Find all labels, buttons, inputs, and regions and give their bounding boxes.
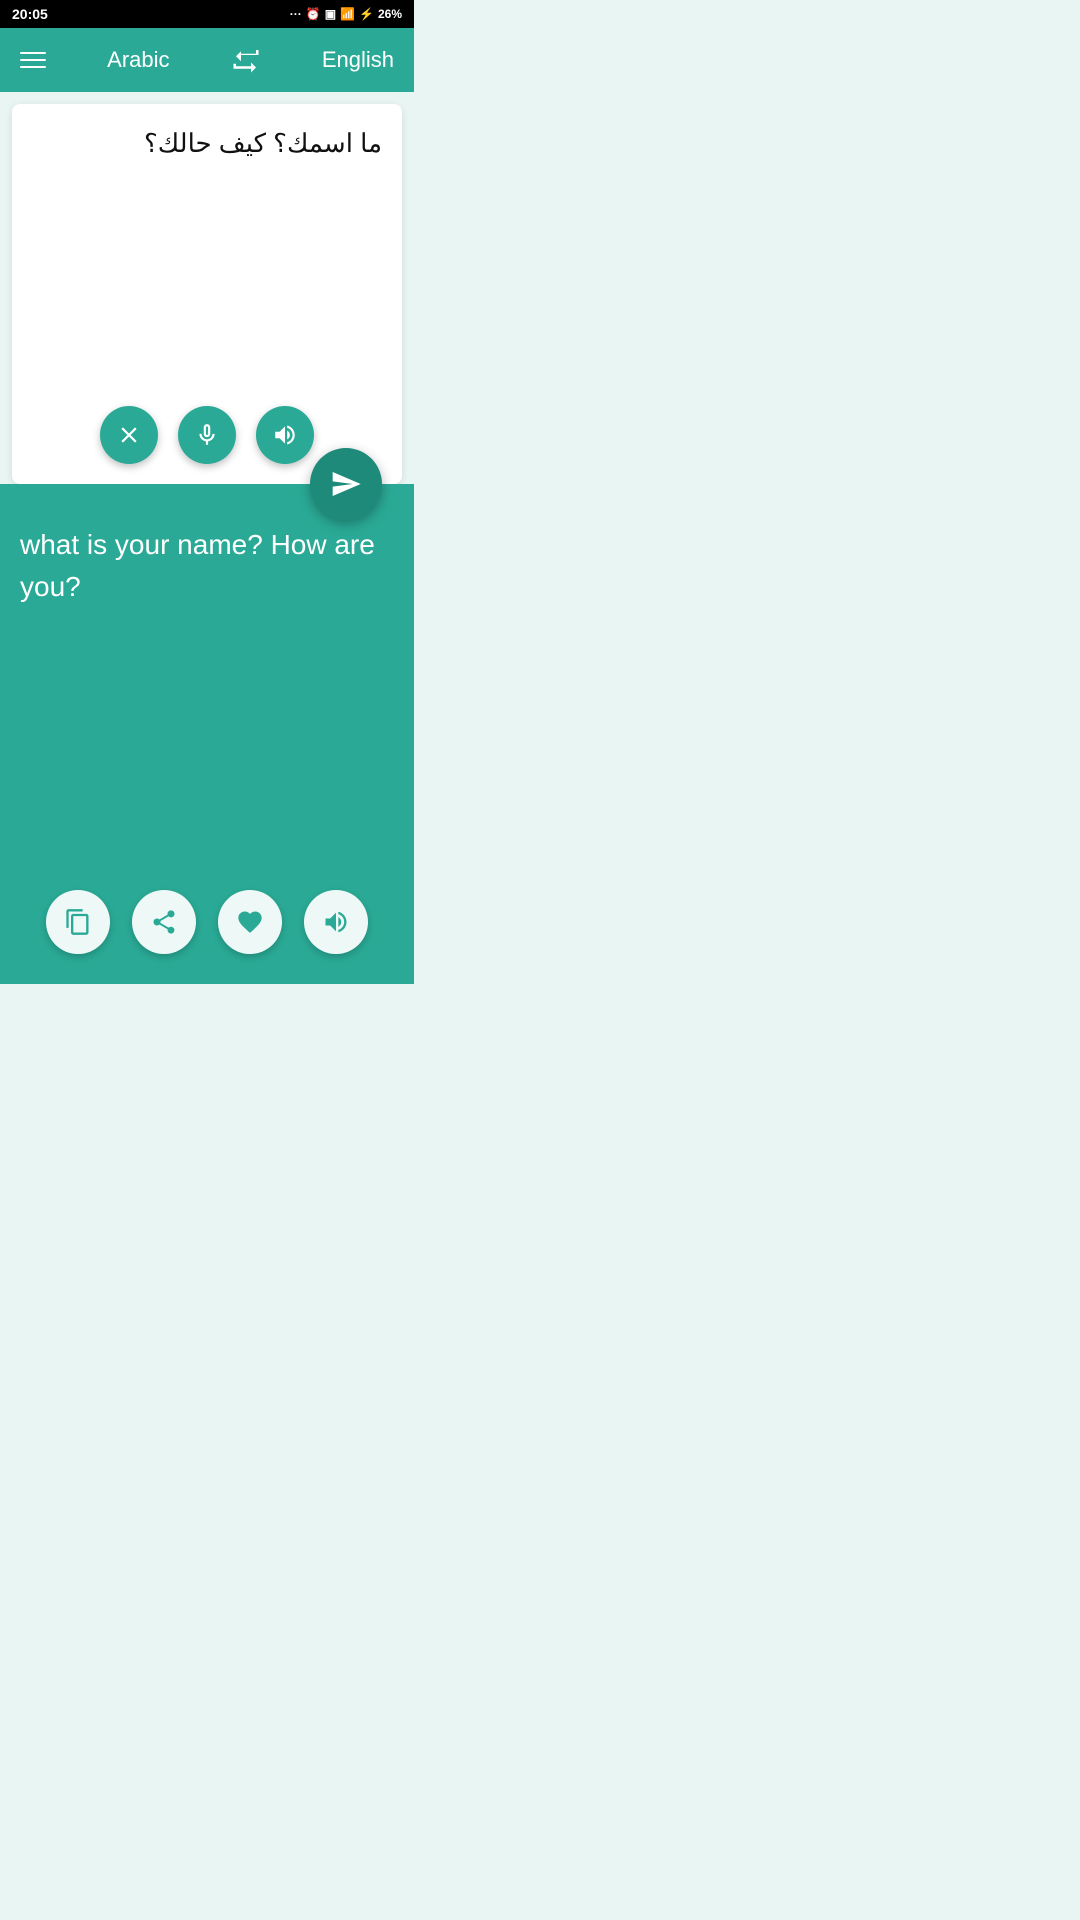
source-language[interactable]: Arabic — [107, 47, 169, 73]
arabic-input-text[interactable]: ما اسمك؟ كيف حالك؟ — [32, 124, 382, 163]
status-time: 20:05 — [12, 6, 48, 22]
favorite-button[interactable] — [218, 890, 282, 954]
microphone-button[interactable] — [178, 406, 236, 464]
alarm-icon: ⏰ — [306, 7, 321, 21]
navbar: Arabic English — [0, 28, 414, 92]
input-controls — [100, 406, 314, 464]
output-speaker-button[interactable] — [304, 890, 368, 954]
input-speaker-button[interactable] — [256, 406, 314, 464]
dots-icon: ··· — [290, 7, 302, 21]
copy-button[interactable] — [46, 890, 110, 954]
target-language[interactable]: English — [322, 47, 394, 73]
sim-icon: ▣ — [325, 7, 336, 21]
translate-button[interactable] — [310, 448, 382, 520]
charging-icon: ⚡ — [359, 7, 374, 21]
input-section: ما اسمك؟ كيف حالك؟ — [12, 104, 402, 484]
status-icons: ··· ⏰ ▣ 📶 ⚡ 26% — [290, 7, 402, 21]
output-controls — [46, 890, 368, 954]
menu-button[interactable] — [20, 52, 46, 68]
output-section: what is your name? How are you? — [0, 484, 414, 984]
translation-output-text: what is your name? How are you? — [20, 524, 394, 608]
battery-level: 26% — [378, 7, 402, 21]
signal-icon: 📶 — [340, 7, 355, 21]
clear-button[interactable] — [100, 406, 158, 464]
share-button[interactable] — [132, 890, 196, 954]
swap-languages-button[interactable] — [231, 45, 261, 75]
input-wrapper: ما اسمك؟ كيف حالك؟ — [0, 104, 414, 484]
status-bar: 20:05 ··· ⏰ ▣ 📶 ⚡ 26% — [0, 0, 414, 28]
